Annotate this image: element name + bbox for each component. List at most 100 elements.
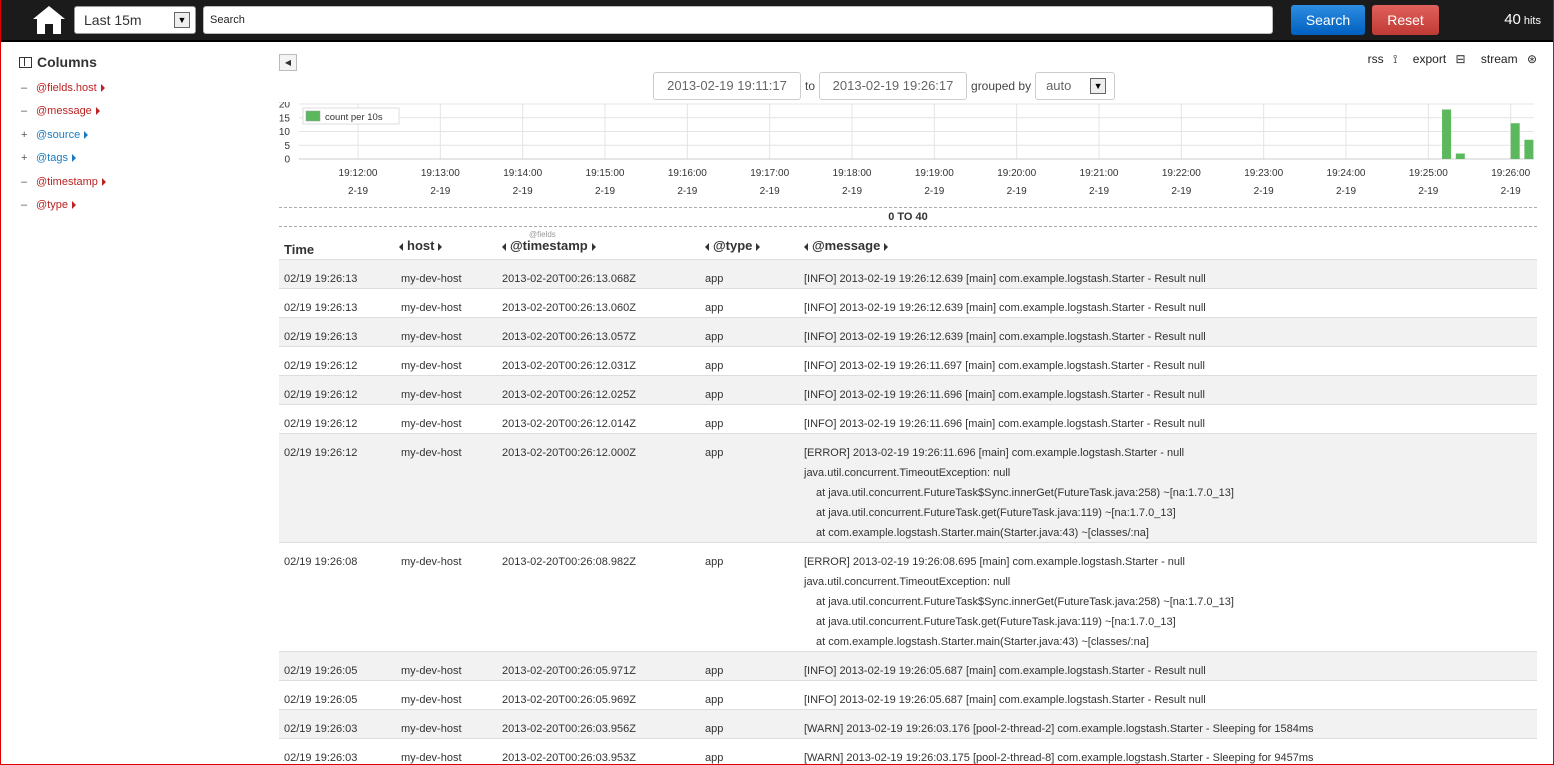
column-field[interactable]: – @type: [19, 194, 249, 218]
x-tick-label: 19:13:00: [421, 168, 460, 179]
reset-button[interactable]: Reset: [1372, 5, 1439, 35]
field-name[interactable]: @timestamp: [36, 176, 106, 188]
stream-icon: ⊛: [1526, 52, 1537, 66]
column-field[interactable]: – @message: [19, 100, 249, 124]
move-left-icon[interactable]: [804, 242, 808, 251]
table-row[interactable]: 02/19 19:26:03 my-dev-host 2013-02-20T00:2…: [279, 739, 1537, 764]
message-cell: [INFO] 2013-02-19 19:26:12.639 [main] co…: [804, 289, 1553, 318]
field-label: @type: [36, 199, 68, 212]
field-name[interactable]: @fields.host: [36, 82, 105, 94]
column-header-host[interactable]: @fields host: [399, 230, 556, 260]
message-line: [WARN] 2013-02-19 19:26:03.175 [pool-2-t…: [804, 752, 1314, 764]
x-tick-label: 19:15:00: [586, 168, 625, 179]
field-name[interactable]: @tags: [36, 152, 76, 164]
remove-column-icon[interactable]: –: [19, 105, 36, 117]
column-field[interactable]: – @timestamp: [19, 170, 249, 194]
timestamp-cell: 2013-02-20T00:26:03.953Z: [502, 752, 636, 764]
column-field[interactable]: + @tags: [19, 147, 249, 171]
app-window: Last 15m ▼ Search Search Reset 40 hits Co…: [0, 0, 1554, 765]
timestamp-cell: 2013-02-20T00:26:13.060Z: [502, 302, 636, 314]
remove-column-icon[interactable]: –: [19, 176, 36, 188]
host-cell: my-dev-host: [401, 331, 462, 343]
remove-column-icon[interactable]: –: [19, 199, 36, 211]
message-line: [INFO] 2013-02-19 19:26:12.639 [main] co…: [804, 302, 1206, 314]
table-row[interactable]: 02/19 19:26:13 my-dev-host 2013-02-20T00:2…: [279, 260, 1537, 289]
time-cell: 02/19 19:26:12: [284, 389, 358, 401]
remove-column-icon[interactable]: –: [19, 82, 36, 94]
expand-icon[interactable]: [71, 201, 76, 210]
columns-title: Columns: [37, 54, 97, 70]
chevron-down-icon[interactable]: ▼: [174, 12, 190, 28]
export-link[interactable]: export ⊟: [1407, 52, 1466, 66]
move-right-icon[interactable]: [884, 242, 889, 251]
add-column-icon[interactable]: +: [19, 129, 36, 141]
table-row[interactable]: 02/19 19:26:13 my-dev-host 2013-02-20T00:2…: [279, 289, 1537, 318]
legend-label: count per 10s: [325, 112, 383, 123]
expand-icon[interactable]: [101, 177, 106, 186]
top-navbar: Last 15m ▼ Search Search Reset 40 hits: [1, 0, 1553, 42]
column-header-type[interactable]: @type: [705, 232, 761, 260]
move-right-icon[interactable]: [756, 242, 761, 251]
date-to-input[interactable]: 2013-02-19 19:26:17: [819, 72, 968, 100]
field-name[interactable]: @source: [36, 129, 89, 141]
x-tick-label: 19:14:00: [503, 168, 542, 179]
expand-icon[interactable]: [100, 83, 105, 92]
expand-icon[interactable]: [84, 130, 89, 139]
table-row[interactable]: 02/19 19:26:08 my-dev-host 2013-02-20T00:2…: [279, 543, 1537, 652]
timestamp-cell: 2013-02-20T00:26:03.956Z: [502, 723, 636, 735]
collapse-sidebar-button[interactable]: ◀: [279, 54, 297, 71]
field-name[interactable]: @type: [36, 199, 76, 211]
column-field[interactable]: – @fields.host: [19, 76, 249, 100]
expand-icon[interactable]: [71, 154, 76, 163]
x-tick-date-label: 2-19: [1254, 186, 1274, 197]
move-right-icon[interactable]: [591, 242, 596, 251]
x-tick-label: 19:22:00: [1162, 168, 1201, 179]
table-row[interactable]: 02/19 19:26:12 my-dev-host 2013-02-20T00:2…: [279, 376, 1537, 405]
group-select[interactable]: auto ▼: [1035, 72, 1116, 100]
timestamp-cell: 2013-02-20T00:26:12.031Z: [502, 360, 636, 372]
search-input[interactable]: Search: [203, 6, 1273, 34]
search-button[interactable]: Search: [1291, 5, 1365, 35]
table-row[interactable]: 02/19 19:26:12 my-dev-host 2013-02-20T00:2…: [279, 405, 1537, 434]
field-list: – @fields.host – @message + @source + @tags – @ti…: [19, 76, 249, 217]
export-icon: ⊟: [1455, 52, 1466, 66]
x-tick-date-label: 2-19: [1089, 186, 1109, 197]
type-cell: app: [705, 447, 724, 459]
column-header-message[interactable]: @message: [804, 232, 889, 260]
chevron-down-icon[interactable]: ▼: [1090, 78, 1107, 94]
add-column-icon[interactable]: +: [19, 152, 36, 164]
result-range: 0 TO 40: [279, 207, 1537, 227]
table-row[interactable]: 02/19 19:26:12 my-dev-host 2013-02-20T00:2…: [279, 434, 1537, 543]
stream-link[interactable]: stream ⊛: [1475, 52, 1537, 66]
date-from-input[interactable]: 2013-02-19 19:11:17: [653, 72, 801, 100]
column-header-timestamp[interactable]: @timestamp: [502, 232, 596, 260]
table-row[interactable]: 02/19 19:26:12 my-dev-host 2013-02-20T00:2…: [279, 347, 1537, 376]
table-row[interactable]: 02/19 19:26:05 my-dev-host 2013-02-20T00:2…: [279, 681, 1537, 710]
message-line: at java.util.concurrent.FutureTask.get(F…: [816, 507, 1176, 519]
message-line: [ERROR] 2013-02-19 19:26:08.695 [main] c…: [804, 556, 1185, 568]
column-field[interactable]: + @source: [19, 123, 249, 147]
rss-link[interactable]: rss ⟟: [1362, 52, 1398, 66]
to-label: to: [805, 79, 816, 93]
message-line: [INFO] 2013-02-19 19:26:11.696 [main] co…: [804, 418, 1205, 430]
date-filter: 2013-02-19 19:11:17 to 2013-02-19 19:26:…: [653, 72, 1116, 100]
move-left-icon[interactable]: [705, 242, 709, 251]
move-left-icon[interactable]: [502, 242, 506, 251]
message-line: [INFO] 2013-02-19 19:26:12.639 [main] co…: [804, 331, 1206, 343]
move-left-icon[interactable]: [399, 242, 403, 251]
table-row[interactable]: 02/19 19:26:03 my-dev-host 2013-02-20T00:2…: [279, 710, 1537, 739]
message-cell: [WARN] 2013-02-19 19:26:03.175 [pool-2-t…: [804, 739, 1553, 764]
x-tick-label: 19:18:00: [833, 168, 872, 179]
time-cell: 02/19 19:26:12: [284, 418, 358, 430]
grouped-by-label: grouped by: [971, 79, 1032, 93]
type-cell: app: [705, 752, 724, 764]
field-name[interactable]: @message: [36, 105, 100, 117]
move-right-icon[interactable]: [438, 242, 443, 251]
expand-icon[interactable]: [95, 107, 100, 116]
table-row[interactable]: 02/19 19:26:13 my-dev-host 2013-02-20T00:2…: [279, 318, 1537, 347]
time-range-select[interactable]: Last 15m ▼: [74, 6, 196, 34]
home-icon[interactable]: [31, 4, 67, 36]
time-cell: 02/19 19:26:13: [284, 331, 358, 343]
type-cell: app: [705, 273, 724, 285]
table-row[interactable]: 02/19 19:26:05 my-dev-host 2013-02-20T00:2…: [279, 652, 1537, 681]
